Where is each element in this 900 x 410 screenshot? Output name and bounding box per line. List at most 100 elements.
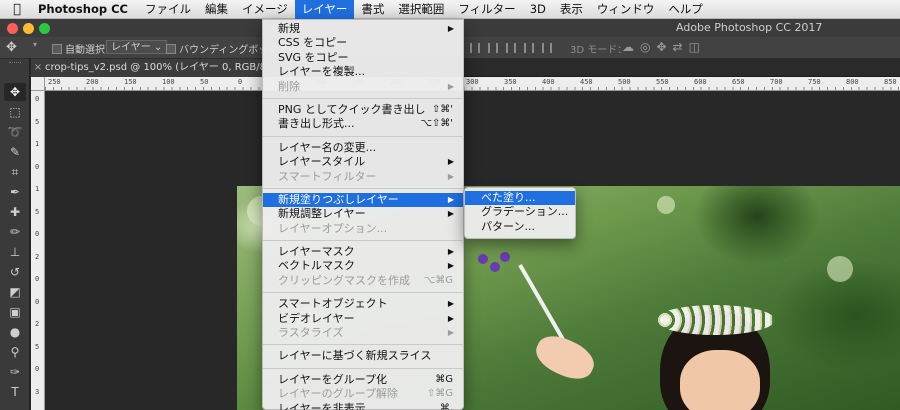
layer-menu-item[interactable]: レイヤースタイル ▶: [263, 155, 463, 169]
type-icon[interactable]: T: [4, 383, 26, 401]
ruler-tick-label: 0: [35, 275, 40, 283]
menu-image[interactable]: イメージ: [235, 0, 295, 19]
layer-menu-item[interactable]: 新規調整レイヤー ▶: [263, 207, 463, 221]
menu-help[interactable]: ヘルプ: [661, 0, 710, 19]
ruler-tick-label: 5: [35, 207, 40, 216]
menu-item-label: 削除: [278, 79, 300, 93]
menu-type[interactable]: 書式: [354, 0, 391, 19]
brush-icon[interactable]: ✏: [4, 223, 26, 241]
menu-layer[interactable]: レイヤー: [294, 0, 355, 19]
apple-icon[interactable]: : [0, 2, 34, 17]
menu-item-label: 新規調整レイヤー: [278, 207, 366, 221]
menu-edit[interactable]: 編集: [198, 0, 235, 19]
panel-grip[interactable]: [9, 62, 21, 64]
stamp-icon[interactable]: ⊥: [4, 243, 26, 261]
menu-item-label: スマートオブジェクト: [278, 297, 388, 311]
layer-menu-item: ラスタライズ ▶: [263, 326, 463, 340]
history-brush-icon[interactable]: ↺: [4, 263, 26, 281]
marquee-icon[interactable]: ⬚: [4, 103, 26, 121]
ruler-tick-label: 3: [35, 387, 40, 396]
align-center-icon[interactable]: [488, 43, 498, 53]
layer-menu-item[interactable]: PNG としてクイック書き出し ⇧⌘': [263, 103, 463, 117]
layer-menu-item[interactable]: レイヤーを複製...: [263, 65, 463, 79]
ruler-tick-label: 200: [86, 78, 99, 86]
menu-item-label: ビデオレイヤー: [278, 311, 355, 325]
layer-menu-item[interactable]: 書き出し形式... ⌥⇧⌘': [263, 117, 463, 131]
distribute-icon[interactable]: [524, 43, 534, 53]
solid-color-item[interactable]: べた塗り...: [465, 191, 575, 206]
layer-menu-item[interactable]: スマートオブジェクト ▶: [263, 297, 463, 311]
layer-menu-item[interactable]: 新規 ▶: [263, 22, 463, 36]
ruler-corner: [31, 77, 45, 91]
menu-window[interactable]: ウィンドウ: [590, 0, 662, 19]
ruler-tick-label: 800: [846, 78, 859, 86]
layer-menu-item[interactable]: レイヤーを非表示 ⌘,: [263, 402, 463, 410]
menu-item-label: レイヤーマスク: [278, 245, 355, 259]
distribute-center-icon[interactable]: [542, 43, 552, 53]
auto-select-target-select[interactable]: レイヤー ⌄: [106, 40, 168, 54]
menu-shortcut: ⌘,: [439, 402, 453, 410]
layer-menu-item: レイヤーオプション...: [263, 222, 463, 236]
ruler-tick-label: 1: [35, 140, 40, 148]
move-icon[interactable]: ✥: [4, 83, 26, 101]
crop-icon[interactable]: ⌗: [4, 163, 26, 181]
layer-menu-item[interactable]: レイヤーをグループ化 ⌘G: [263, 373, 463, 387]
horizontal-ruler[interactable]: 2502001501005005010015020025030035040045…: [45, 77, 900, 91]
ruler-tick-label: 300: [466, 78, 479, 86]
menu-file[interactable]: ファイル: [138, 0, 198, 19]
close-window-button[interactable]: [7, 23, 18, 34]
pen-icon[interactable]: ✑: [4, 363, 26, 381]
layer-menu-item[interactable]: SVG をコピー: [263, 51, 463, 65]
dodge-icon[interactable]: ⚲: [4, 343, 26, 361]
zoom-window-button[interactable]: [39, 23, 50, 34]
submenu-arrow-icon: ▶: [447, 81, 454, 91]
chevron-down-icon[interactable]: ▾: [33, 40, 37, 49]
app-menu[interactable]: Photoshop CC: [34, 0, 138, 19]
tools-panel: ✥ ⬚ ➰ ✎ ⌗ ✒ ✚ ✏ ⊥ ↺ ◩ ▣ ● ⚲ ✑ T: [0, 59, 30, 410]
layer-menu-item[interactable]: CSS をコピー: [263, 36, 463, 50]
submenu-arrow-icon: ▶: [447, 299, 454, 309]
ruler-tick-label: 50: [200, 78, 209, 86]
layer-menu-item[interactable]: レイヤー名の変更...: [263, 141, 463, 155]
eyedropper-icon[interactable]: ✒: [4, 183, 26, 201]
blur-icon[interactable]: ●: [4, 323, 26, 341]
layer-menu-item[interactable]: ベクトルマスク ▶: [263, 259, 463, 273]
layer-menu-item[interactable]: 新規塗りつぶしレイヤー ▶: [263, 192, 463, 208]
menu-item-label: レイヤーのグループ解除: [278, 387, 399, 401]
menu-separator: [263, 240, 463, 242]
layer-menu-item[interactable]: レイヤーマスク ▶: [263, 245, 463, 259]
menu-item-label: 新規: [278, 22, 300, 35]
layer-menu-item[interactable]: ビデオレイヤー ▶: [263, 312, 463, 326]
layer-menu-item[interactable]: レイヤーに基づく新規スライス: [263, 349, 463, 363]
ruler-tick-label: 650: [732, 78, 745, 86]
align-left-icon[interactable]: [470, 43, 480, 53]
document-tab[interactable]: × crop-tips_v2.psd @ 100% (レイヤー 0, RGB/8#…: [31, 59, 263, 77]
document-tab-title: crop-tips_v2.psd @ 100% (レイヤー 0, RGB/8#)…: [45, 62, 263, 73]
menu-3d[interactable]: 3D: [523, 0, 553, 19]
vertical-ruler[interactable]: 05101502002503: [31, 91, 45, 410]
ruler-tick-label: 2: [35, 320, 40, 328]
lasso-icon[interactable]: ➰: [4, 123, 26, 141]
align-right-icon[interactable]: [506, 43, 516, 53]
ruler-tick-label: 100: [162, 78, 175, 86]
eraser-icon[interactable]: ◩: [4, 283, 26, 301]
menu-filter[interactable]: フィルター: [451, 0, 522, 19]
3d-tools-icon[interactable]: ☁◎✥⇄◫: [622, 40, 706, 54]
gradient-icon[interactable]: ▣: [4, 303, 26, 321]
pattern-item[interactable]: パターン...: [465, 220, 575, 234]
menu-select[interactable]: 選択範囲: [391, 0, 451, 19]
healing-icon[interactable]: ✚: [4, 203, 26, 221]
ruler-tick-label: 0: [35, 365, 40, 373]
menu-separator: [263, 97, 463, 99]
move-tool-preset-icon[interactable]: ✥: [6, 40, 17, 55]
layer-menu-item: レイヤーのグループ解除 ⇧⌘G: [263, 387, 463, 401]
menu-shortcut: ⌥⇧⌘': [420, 118, 453, 130]
submenu-arrow-icon: ▶: [447, 247, 454, 257]
menu-view[interactable]: 表示: [553, 0, 590, 19]
gradient-item[interactable]: グラデーション...: [465, 205, 575, 219]
fill-layer-submenu: べた塗り... グラデーション... パターン...: [464, 187, 576, 240]
ruler-tick-label: 0: [35, 162, 40, 171]
quick-select-icon[interactable]: ✎: [4, 143, 26, 161]
close-tab-icon[interactable]: ×: [31, 59, 45, 77]
minimize-window-button[interactable]: [23, 23, 34, 34]
